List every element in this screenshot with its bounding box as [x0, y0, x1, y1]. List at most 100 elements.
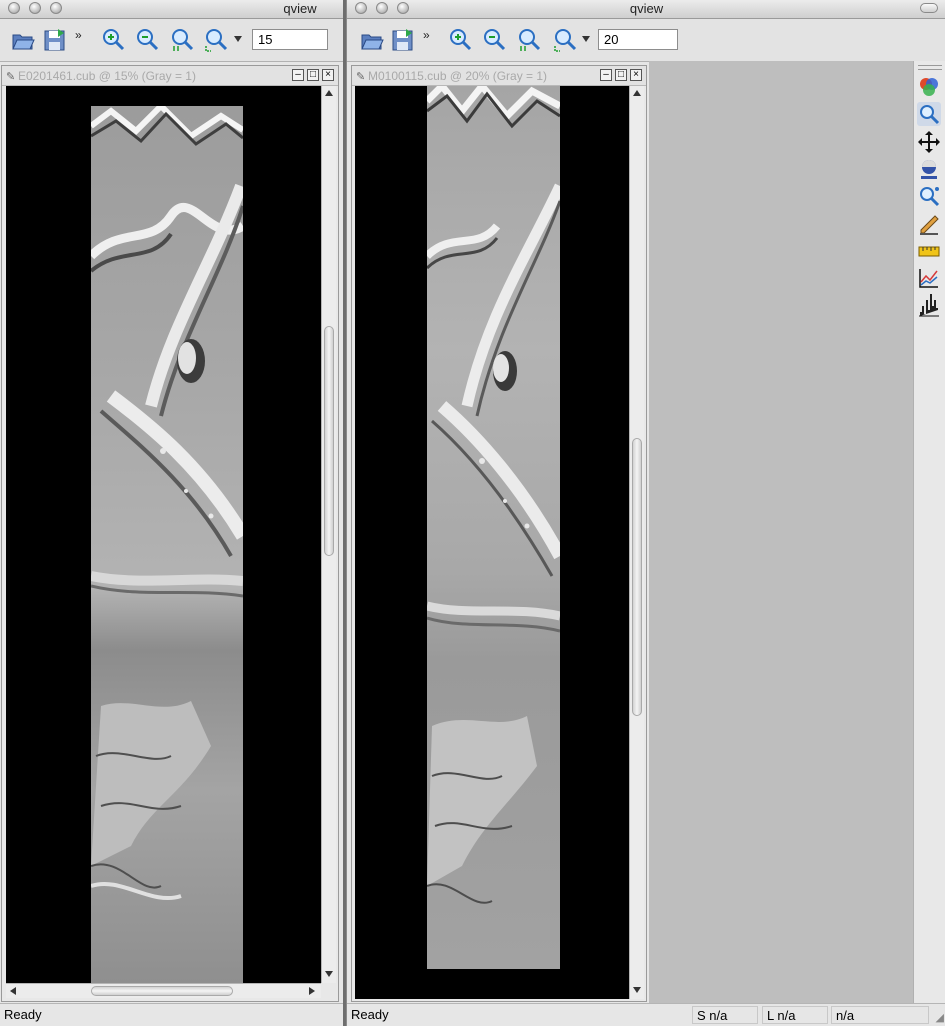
right-qview-window: qview » ✎ M0100115.cub @ 20% (Gray = 1)	[346, 0, 945, 1026]
scroll-right-arrow[interactable]	[309, 987, 315, 995]
pin-icon: ✎	[356, 71, 366, 83]
spectral-plot-icon	[919, 269, 938, 288]
viewport-minimize-button[interactable]: –	[292, 69, 304, 81]
zoom-fit-icon	[205, 29, 228, 52]
zoom-actual-size-button[interactable]	[169, 27, 195, 53]
zoom-dropdown-arrow[interactable]	[234, 36, 242, 42]
zoom-in-icon	[103, 29, 125, 51]
save-file-button[interactable]	[390, 27, 416, 53]
toolbar-toggle-button[interactable]	[920, 3, 938, 13]
measure-tool[interactable]	[917, 239, 941, 263]
dn-readout: n/a	[831, 1006, 929, 1024]
save-file-button[interactable]	[42, 27, 68, 53]
zoom-tool[interactable]	[917, 102, 941, 126]
open-file-icon	[361, 34, 384, 50]
viewport-title: E0201461.cub @ 15% (Gray = 1)	[18, 69, 196, 83]
cube-image	[427, 86, 560, 969]
title-bar: qview	[0, 0, 343, 19]
zoom-out-icon	[484, 29, 506, 51]
zoom-out-button[interactable]	[134, 27, 160, 53]
zoom-actual-icon	[172, 29, 194, 51]
stretch-tool[interactable]	[917, 157, 941, 181]
minimize-window-button[interactable]	[29, 2, 41, 14]
zoom-actual-icon	[519, 29, 541, 51]
vertical-scrollbar[interactable]	[629, 86, 644, 999]
measure-tool-icon	[918, 246, 940, 257]
pan-tool-icon	[918, 131, 940, 153]
mars-terrain-image	[91, 106, 243, 983]
zoom-in-button[interactable]	[447, 27, 473, 53]
viewport-title: M0100115.cub @ 20% (Gray = 1)	[368, 69, 548, 83]
cube-image	[91, 106, 243, 983]
image-viewport[interactable]	[355, 86, 629, 999]
color-band-icon	[920, 78, 938, 96]
zoom-factor-input[interactable]	[252, 29, 328, 50]
cube-viewport-window: ✎ E0201461.cub @ 15% (Gray = 1) – □ ×	[1, 65, 339, 1002]
open-file-button[interactable]	[359, 27, 385, 53]
viewport-title-bar: ✎ E0201461.cub @ 15% (Gray = 1) – □ ×	[2, 66, 338, 86]
window-title: qview	[629, 1, 664, 16]
edit-tool[interactable]	[917, 212, 941, 236]
pin-icon: ✎	[6, 71, 16, 83]
scroll-up-arrow[interactable]	[325, 90, 333, 96]
toolbar-overflow-button[interactable]: »	[75, 28, 82, 42]
close-window-button[interactable]	[8, 2, 20, 14]
status-text: Ready	[351, 1007, 389, 1022]
zoom-in-button[interactable]	[100, 27, 126, 53]
zoom-out-button[interactable]	[481, 27, 507, 53]
viewport-title-bar: ✎ M0100115.cub @ 20% (Gray = 1) – □ ×	[352, 66, 646, 86]
viewport-maximize-button[interactable]: □	[307, 69, 319, 81]
mars-terrain-image	[427, 86, 560, 969]
zoom-fit-icon	[554, 29, 577, 52]
zoom-actual-size-button[interactable]	[516, 27, 542, 53]
viewport-close-button[interactable]: ×	[630, 69, 642, 81]
window-title: qview	[283, 1, 317, 16]
color-band-tool[interactable]	[917, 75, 941, 99]
main-toolbar: »	[347, 19, 945, 62]
horizontal-scrollbar[interactable]	[6, 983, 321, 998]
line-readout: L n/a	[762, 1006, 828, 1024]
edit-tool-icon	[920, 215, 939, 235]
zoom-in-icon	[450, 29, 472, 51]
stretch-tool-icon	[921, 160, 937, 179]
zoom-out-icon	[137, 29, 159, 51]
zoom-tool-icon	[920, 105, 940, 125]
save-file-icon	[392, 29, 413, 51]
scroll-down-arrow[interactable]	[325, 971, 333, 977]
scroll-up-arrow[interactable]	[633, 90, 641, 96]
image-viewport[interactable]	[6, 86, 321, 983]
pan-tool[interactable]	[917, 130, 941, 154]
viewport-maximize-button[interactable]: □	[615, 69, 627, 81]
zoom-fit-button[interactable]	[203, 27, 229, 53]
status-bar: Ready	[0, 1003, 343, 1026]
find-tool-icon	[920, 187, 940, 207]
open-file-button[interactable]	[10, 27, 36, 53]
viewport-close-button[interactable]: ×	[322, 69, 334, 81]
histogram-tool[interactable]	[917, 294, 941, 318]
maximize-window-button[interactable]	[50, 2, 62, 14]
save-file-icon	[44, 29, 65, 51]
vertical-scroll-thumb[interactable]	[324, 326, 334, 556]
status-text: Ready	[4, 1007, 42, 1022]
vertical-scrollbar[interactable]	[321, 86, 336, 983]
resize-grip-icon[interactable]: ◢	[936, 1011, 944, 1024]
scroll-down-arrow[interactable]	[633, 987, 641, 993]
viewport-minimize-button[interactable]: –	[600, 69, 612, 81]
tool-palette	[913, 61, 945, 1004]
zoom-fit-button[interactable]	[552, 27, 578, 53]
find-tool[interactable]	[917, 184, 941, 208]
zoom-dropdown-arrow[interactable]	[582, 36, 590, 42]
palette-grip	[918, 65, 942, 70]
histogram-icon	[919, 294, 939, 317]
spectral-plot-tool[interactable]	[917, 266, 941, 290]
status-bar: Ready S n/a L n/a n/a ◢	[347, 1003, 945, 1026]
workspace-area	[649, 61, 913, 1004]
horizontal-scroll-thumb[interactable]	[91, 986, 233, 996]
cube-viewport-window: ✎ M0100115.cub @ 20% (Gray = 1) – □ ×	[351, 65, 647, 1002]
scroll-left-arrow[interactable]	[10, 987, 16, 995]
toolbar-overflow-button[interactable]: »	[423, 28, 430, 42]
sample-readout: S n/a	[692, 1006, 758, 1024]
zoom-factor-input[interactable]	[598, 29, 678, 50]
title-bar: qview	[347, 0, 945, 19]
vertical-scroll-thumb[interactable]	[632, 438, 642, 716]
